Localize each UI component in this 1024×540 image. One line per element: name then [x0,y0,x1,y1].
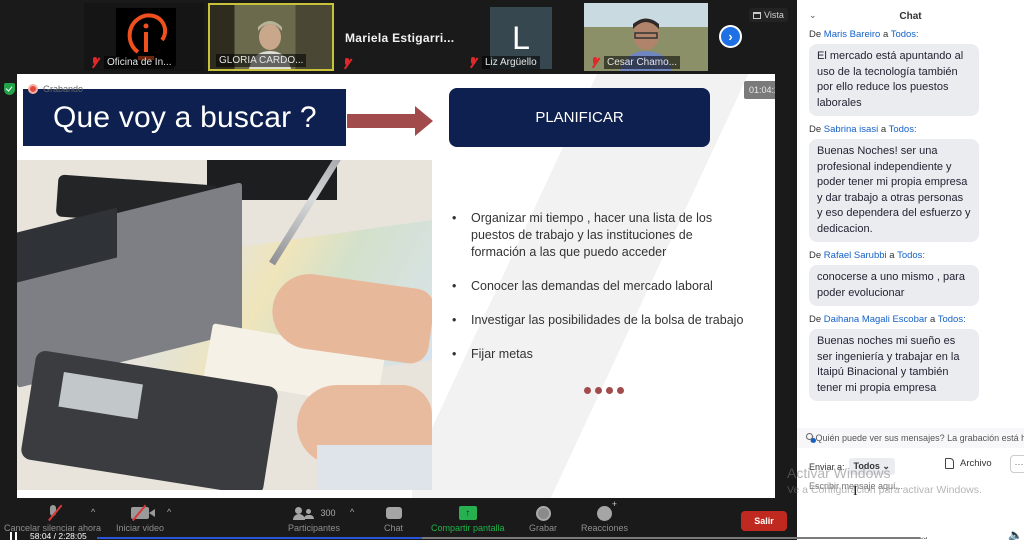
exit-fullscreen-icon[interactable]: ⤡ [978,528,986,539]
participant-tile[interactable]: L Liz Argüello [462,3,580,71]
privacy-notice[interactable]: ¿Quién puede ver sus mensajes? La grabac… [797,428,1024,448]
meeting-window: Oficina de In... GLORIA CARDO... Mariela… [0,0,797,540]
mic-muted-icon [90,57,100,68]
more-options-button[interactable]: ··· [1010,455,1024,473]
share-screen-button[interactable]: ↑ Compartir pantalla [431,503,505,533]
security-shield-icon[interactable] [4,83,15,95]
message-bubble: Buenas Noches! ser una profesional indep… [809,139,979,242]
message-header: De Maris Bareiro a Todos: [809,29,919,40]
camera-off-icon [131,504,156,521]
record-button[interactable]: Grabar [529,503,557,533]
message-bubble: El mercado está apuntando al uso de la t… [809,44,979,116]
volume-icon[interactable]: 🔈 [1008,528,1023,540]
meeting-controls: Cancelar silenciar ahora ^ Iniciar video… [0,499,797,540]
recipient-name[interactable]: Todos: [889,124,917,135]
participant-tile[interactable]: Mariela Estigarri... [336,3,466,71]
recipient-name[interactable]: Todos: [938,314,966,325]
bullet-item: Fijar metas [452,346,747,363]
screen: Oficina de In... GLORIA CARDO... Mariela… [0,0,1024,540]
mic-muted-icon [468,57,478,68]
participant-tile[interactable]: Oficina de In... [84,3,204,71]
slide-heading-box: PLANIFICAR [449,88,710,147]
bullet-item: Organizar mi tiempo , hacer una lista de… [452,210,747,261]
progress-fill [97,537,423,539]
settings-gear-icon[interactable]: ⚙ [918,528,929,540]
file-button[interactable]: Archivo [945,458,992,469]
file-icon [945,458,954,469]
participant-name: Oficina de In... [90,56,175,69]
audio-options-caret-icon[interactable]: ^ [91,507,95,517]
chat-messages[interactable]: De Maris Bareiro a Todos: El mercado est… [809,29,1014,409]
playback-progress[interactable] [97,537,927,539]
participant-name: GLORIA CARDO... [216,54,307,67]
leave-button[interactable]: Salir [741,511,787,531]
chat-message: De Sabrina isasi a Todos: Buenas Noches!… [809,124,1014,242]
send-to: Enviar a: Todos ⌄ [809,458,895,475]
message-header: De Daihana Magali Escobar a Todos: [809,314,966,325]
message-bubble: conocerse a uno mismo , para poder evolu… [809,265,979,306]
pause-icon[interactable] [10,532,17,540]
chat-panel: ⌄ Chat De Maris Bareiro a Todos: El merc… [797,0,1024,540]
chat-icon [385,507,402,519]
sender-name[interactable]: Rafael Sarubbi [824,250,887,261]
view-button[interactable]: Vista [749,8,788,22]
arrow-right-icon [347,106,433,136]
participant-gallery: Oficina de In... GLORIA CARDO... Mariela… [0,0,797,74]
chat-title: Chat [899,10,922,22]
sender-name[interactable]: Sabrina isasi [824,124,878,135]
participant-name: Liz Argüello [468,56,540,69]
participant-status [342,58,352,69]
bullet-item: Investigar las posibilidades de la bolsa… [452,312,747,329]
reactions-button[interactable]: Reacciones [581,499,628,534]
text-cursor-icon: I [853,484,858,499]
share-screen-icon: ↑ [458,506,477,520]
playback-time: 58:04 / 2:28:05 [30,531,87,540]
chat-button[interactable]: Chat [384,503,403,533]
shared-screen: Grabando 01:04:26 Que voy a buscar ? PLA… [17,74,775,498]
bullet-item: Conocer las demandas del mercado laboral [452,278,747,295]
recording-icon [28,84,38,94]
decorative-dots [584,387,624,394]
participant-tile[interactable]: Cesar Chamo... [584,3,708,71]
recipient-name[interactable]: Todos: [897,250,925,261]
gallery-view-icon [753,11,761,19]
elapsed-timer: 01:04:26 [744,81,775,99]
mic-muted-icon [590,57,600,68]
chevron-down-icon: ⌄ [882,461,890,471]
reaction-emoji-icon [597,499,617,521]
participants-options-caret-icon[interactable]: ^ [350,507,354,517]
miniplayer-icon[interactable]: ▢ [950,528,961,540]
message-header: De Sabrina isasi a Todos: [809,124,917,135]
participants-icon [292,507,315,520]
next-page-button[interactable]: › [719,25,742,48]
mic-muted-icon [342,58,352,69]
record-icon [535,505,551,521]
chat-message: De Rafael Sarubbi a Todos: conocerse a u… [809,250,1014,306]
unmute-button[interactable]: Cancelar silenciar ahora [4,503,101,533]
slide-title: Que voy a buscar ? [23,89,346,146]
sender-name[interactable]: Maris Bareiro [824,29,881,40]
recipient-name[interactable]: Todos: [891,29,919,40]
participant-name: Cesar Chamo... [590,56,681,69]
chat-message: De Maris Bareiro a Todos: El mercado est… [809,29,1014,116]
microphone-muted-icon [47,504,62,521]
slide-photo-desk-calculator [17,160,432,490]
start-video-button[interactable]: Iniciar video [116,503,164,533]
video-options-caret-icon[interactable]: ^ [167,507,171,517]
participants-button[interactable]: 300 Participantes [288,503,340,533]
message-bubble: Buenas noches mi sueño es ser ingeniería… [809,329,979,401]
recording-indicator: Grabando [28,84,83,94]
participant-name: Mariela Estigarri... [345,31,455,45]
slide-bullet-list: Organizar mi tiempo , hacer una lista de… [452,210,747,380]
sender-name[interactable]: Daihana Magali Escobar [824,314,928,325]
chevron-right-icon: › [728,29,733,44]
message-header: De Rafael Sarubbi a Todos: [809,250,926,261]
participant-tile-active[interactable]: GLORIA CARDO... [208,3,334,71]
recipient-dropdown[interactable]: Todos ⌄ [848,458,895,475]
chat-message: De Daihana Magali Escobar a Todos: Buena… [809,314,1014,401]
message-input[interactable] [809,481,1014,491]
